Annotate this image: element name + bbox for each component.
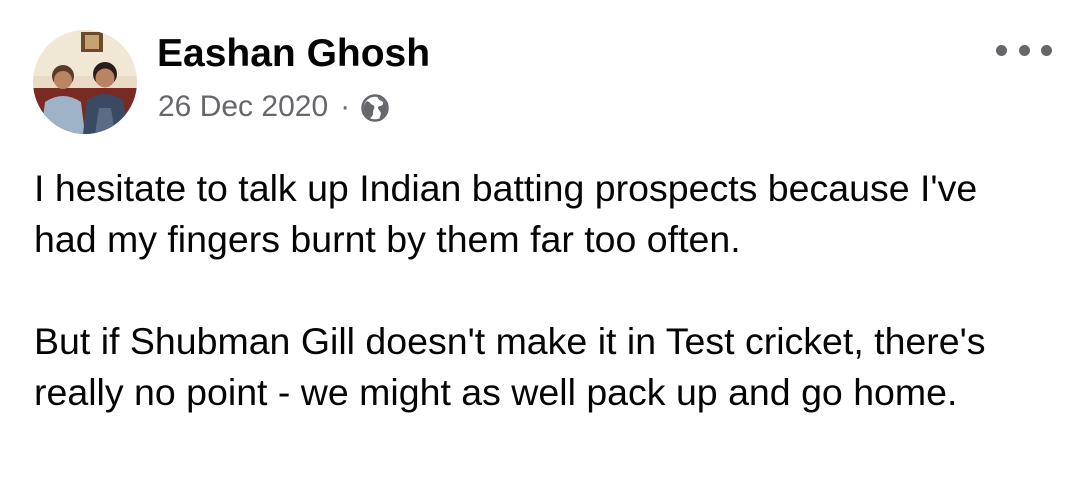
more-dot: [996, 44, 1007, 56]
globe-icon[interactable]: [360, 93, 390, 123]
avatar-photo: [33, 30, 137, 134]
more-dot: [1041, 44, 1052, 56]
meta-separator: ·: [340, 90, 351, 123]
post-paragraph: But if Shubman Gill doesn't make it in T…: [34, 320, 986, 413]
author-name[interactable]: Eashan Ghosh: [157, 32, 430, 76]
post-date[interactable]: 26 Dec 2020: [158, 90, 328, 124]
more-options-icon[interactable]: [996, 38, 1052, 62]
author-avatar[interactable]: [33, 30, 137, 134]
post-paragraph: I hesitate to talk up Indian batting pro…: [34, 167, 978, 260]
post-meta: 26 Dec 2020 ·: [158, 87, 390, 127]
more-dot: [1018, 44, 1030, 56]
post-text: I hesitate to talk up Indian batting pro…: [34, 163, 1044, 418]
